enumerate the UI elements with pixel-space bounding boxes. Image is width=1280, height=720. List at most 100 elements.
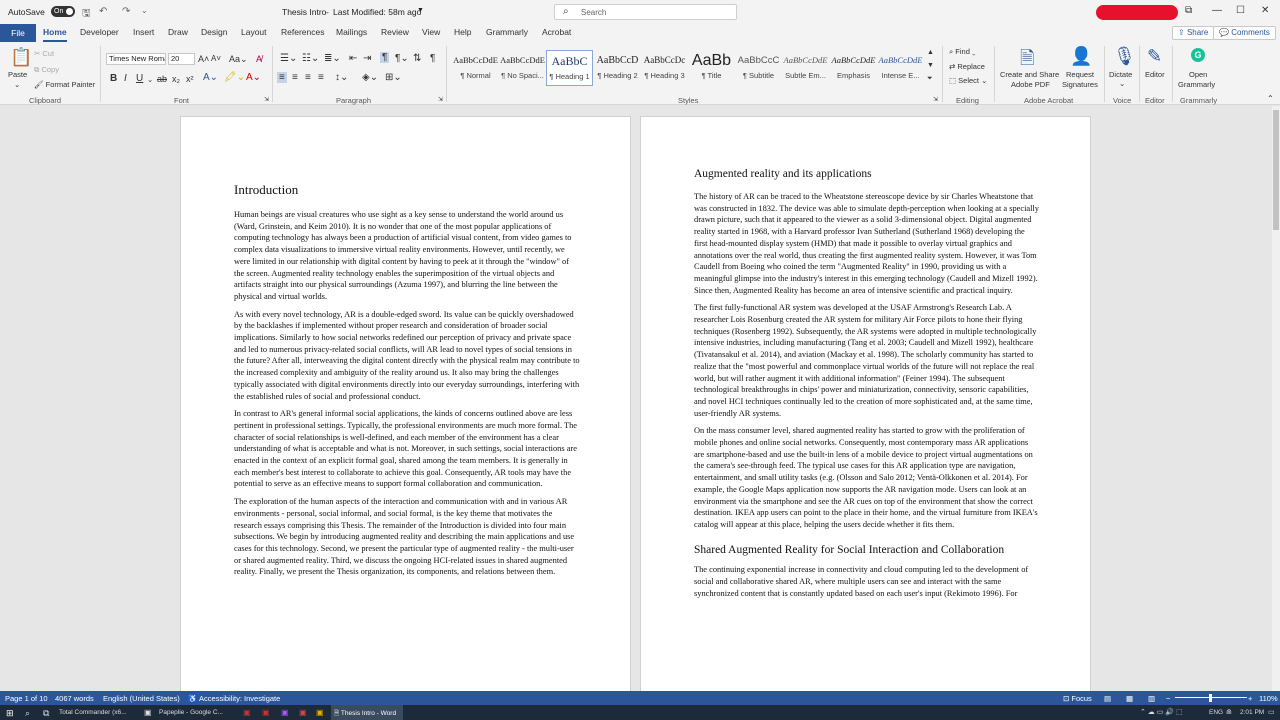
style-heading-1[interactable]: AaBbC ¶ Heading 1	[546, 50, 593, 86]
page-count[interactable]: Page 1 of 10	[5, 694, 48, 703]
subscript-icon[interactable]: x₂	[172, 74, 180, 84]
app-icon[interactable]: ▣	[262, 708, 270, 717]
paste-icon[interactable]: 📋	[10, 47, 32, 68]
focus-mode[interactable]: ⊡ Focus	[1063, 694, 1092, 703]
tab-layout[interactable]: Layout	[241, 27, 267, 37]
styles-scroll-up-icon[interactable]: ▲	[927, 49, 934, 56]
numbering-icon[interactable]: ☷⌄	[302, 53, 319, 64]
page-1[interactable]: Introduction Human beings are visual cre…	[180, 116, 631, 691]
search-box[interactable]: ⌕ Search	[554, 4, 737, 20]
align-left-icon[interactable]: ≡	[277, 72, 287, 83]
tab-insert[interactable]: Insert	[133, 27, 154, 37]
tab-design[interactable]: Design	[201, 27, 227, 37]
web-layout-icon[interactable]: ▥	[1148, 694, 1155, 703]
style-emphasis[interactable]: AaBbCcDdE Emphasis	[830, 50, 877, 86]
font-color-icon[interactable]: A⌄	[246, 72, 261, 83]
style-subtitle[interactable]: AaBbCcC ¶ Subtitle	[735, 50, 782, 86]
align-center-icon[interactable]: ≡	[292, 72, 298, 83]
tab-home[interactable]: Home	[43, 27, 67, 42]
increase-indent-icon[interactable]: ⇥	[363, 53, 371, 64]
underline-chevron-icon[interactable]: ⌄	[147, 75, 153, 84]
zoom-level[interactable]: 110%	[1259, 694, 1278, 703]
font-dialog-launcher-icon[interactable]: ⇲	[264, 96, 269, 103]
app-icon[interactable]: ▣	[299, 708, 307, 717]
accessibility-status[interactable]: ♿ Accessibility: Investigate	[188, 694, 280, 703]
find-button[interactable]: ⌕ Find ⌄	[949, 47, 976, 57]
borders-icon[interactable]: ⊞⌄	[385, 72, 402, 83]
bold-icon[interactable]: B	[110, 73, 117, 84]
tab-review[interactable]: Review	[381, 27, 409, 37]
tab-grammarly[interactable]: Grammarly	[486, 27, 528, 37]
italic-icon[interactable]: I	[124, 73, 127, 84]
cut-button[interactable]: ✂ Cut	[34, 49, 54, 58]
clock[interactable]: 2:01 PM	[1240, 709, 1264, 716]
request-signatures-button[interactable]: Request	[1066, 70, 1094, 79]
document-area[interactable]: Introduction Human beings are visual cre…	[0, 106, 1272, 691]
maximize-button[interactable]: ☐	[1236, 5, 1245, 16]
collapse-ribbon-icon[interactable]: ⌃	[1267, 94, 1274, 103]
copy-button[interactable]: ⧉ Copy	[34, 65, 59, 75]
tab-file[interactable]: File	[0, 24, 36, 42]
shrink-font-icon[interactable]: A˅	[211, 54, 221, 63]
style-heading-3[interactable]: AaBbCcDc ¶ Heading 3	[641, 50, 688, 86]
undo-icon[interactable]: ↶	[99, 6, 107, 17]
grow-font-icon[interactable]: A˄	[198, 54, 209, 64]
redo-icon[interactable]: ↷	[122, 6, 130, 17]
font-name-combo[interactable]: Times New Roman	[106, 53, 166, 65]
change-case-icon[interactable]: Aa⌄	[229, 54, 248, 65]
app-icon[interactable]: ▣	[316, 708, 324, 717]
chevron-down-icon[interactable]: ▼	[417, 7, 424, 14]
editor-button[interactable]: Editor	[1145, 70, 1165, 79]
wifi-icon[interactable]: ⋒	[1226, 708, 1232, 716]
taskbar-item-chrome[interactable]: Papeplie - Google C...	[159, 709, 231, 716]
rtl-icon[interactable]: ¶⌄	[395, 53, 409, 64]
text-effects-icon[interactable]: A⌄	[203, 72, 218, 83]
clear-formatting-icon[interactable]: A̸	[256, 54, 262, 64]
language[interactable]: English (United States)	[103, 694, 180, 703]
last-modified[interactable]: Last Modified: 58m ago	[333, 7, 421, 17]
terminal-icon[interactable]: ▣	[144, 708, 152, 717]
line-spacing-icon[interactable]: ↕⌄	[335, 72, 348, 83]
tab-mailings[interactable]: Mailings	[336, 27, 367, 37]
request-signatures-icon[interactable]: 👤	[1070, 46, 1092, 67]
close-button[interactable]: ✕	[1261, 5, 1269, 16]
tab-developer[interactable]: Developer	[80, 27, 119, 37]
taskbar-item-total-commander[interactable]: Total Commander (x6...	[59, 709, 129, 716]
zoom-out-icon[interactable]: −	[1166, 694, 1170, 703]
underline-icon[interactable]: U	[136, 73, 143, 84]
dictate-chevron-icon[interactable]: ⌄	[1119, 79, 1125, 88]
microphone-icon[interactable]: 🎙	[1113, 46, 1136, 67]
read-mode-icon[interactable]: ▤	[1104, 694, 1111, 703]
sort-icon[interactable]: ⇅	[413, 53, 421, 64]
ltr-icon[interactable]: ¶	[380, 52, 390, 63]
align-right-icon[interactable]: ≡	[305, 72, 311, 83]
search-icon[interactable]: ⌕	[25, 708, 30, 719]
tab-help[interactable]: Help	[454, 27, 471, 37]
input-language[interactable]: ENG	[1209, 709, 1223, 716]
tab-acrobat[interactable]: Acrobat	[542, 27, 571, 37]
paste-options-chevron[interactable]: ⌄	[14, 80, 20, 89]
save-icon[interactable]: 🖫	[82, 6, 91, 23]
vertical-scrollbar[interactable]	[1272, 106, 1280, 691]
zoom-slider-thumb[interactable]	[1209, 694, 1212, 702]
strikethrough-icon[interactable]: ab	[157, 74, 167, 84]
justify-icon[interactable]: ≡	[318, 72, 324, 83]
customize-qat-icon[interactable]: ⌄	[141, 6, 148, 15]
dictate-button[interactable]: Dictate	[1109, 70, 1132, 79]
zoom-in-icon[interactable]: +	[1248, 694, 1252, 703]
bullets-icon[interactable]: ☰⌄	[280, 53, 297, 64]
comments-button[interactable]: 💬 Comments	[1213, 26, 1276, 40]
style-no-spacing[interactable]: AaBbCcDdE ¶ No Spaci...	[499, 50, 546, 86]
open-grammarly-button[interactable]: Open	[1189, 70, 1207, 79]
pdf-app-icon[interactable]: ▣	[243, 708, 251, 717]
style-subtle-emphasis[interactable]: AaBbCcDdE Subtle Em...	[782, 50, 829, 86]
tab-references[interactable]: References	[281, 27, 324, 37]
styles-more-icon[interactable]: ⏷	[927, 75, 933, 83]
styles-scroll-down-icon[interactable]: ▼	[927, 62, 934, 69]
paste-button[interactable]: Paste	[8, 70, 27, 79]
style-heading-2[interactable]: AaBbCcD ¶ Heading 2	[594, 50, 641, 86]
start-icon[interactable]: ⊞	[6, 708, 14, 719]
style-intense-emphasis[interactable]: AaBbCcDdE Intense E...	[877, 50, 924, 86]
style-normal[interactable]: AaBbCcDdE ¶ Normal	[452, 50, 499, 86]
replace-button[interactable]: ⇄ Replace	[949, 62, 985, 71]
